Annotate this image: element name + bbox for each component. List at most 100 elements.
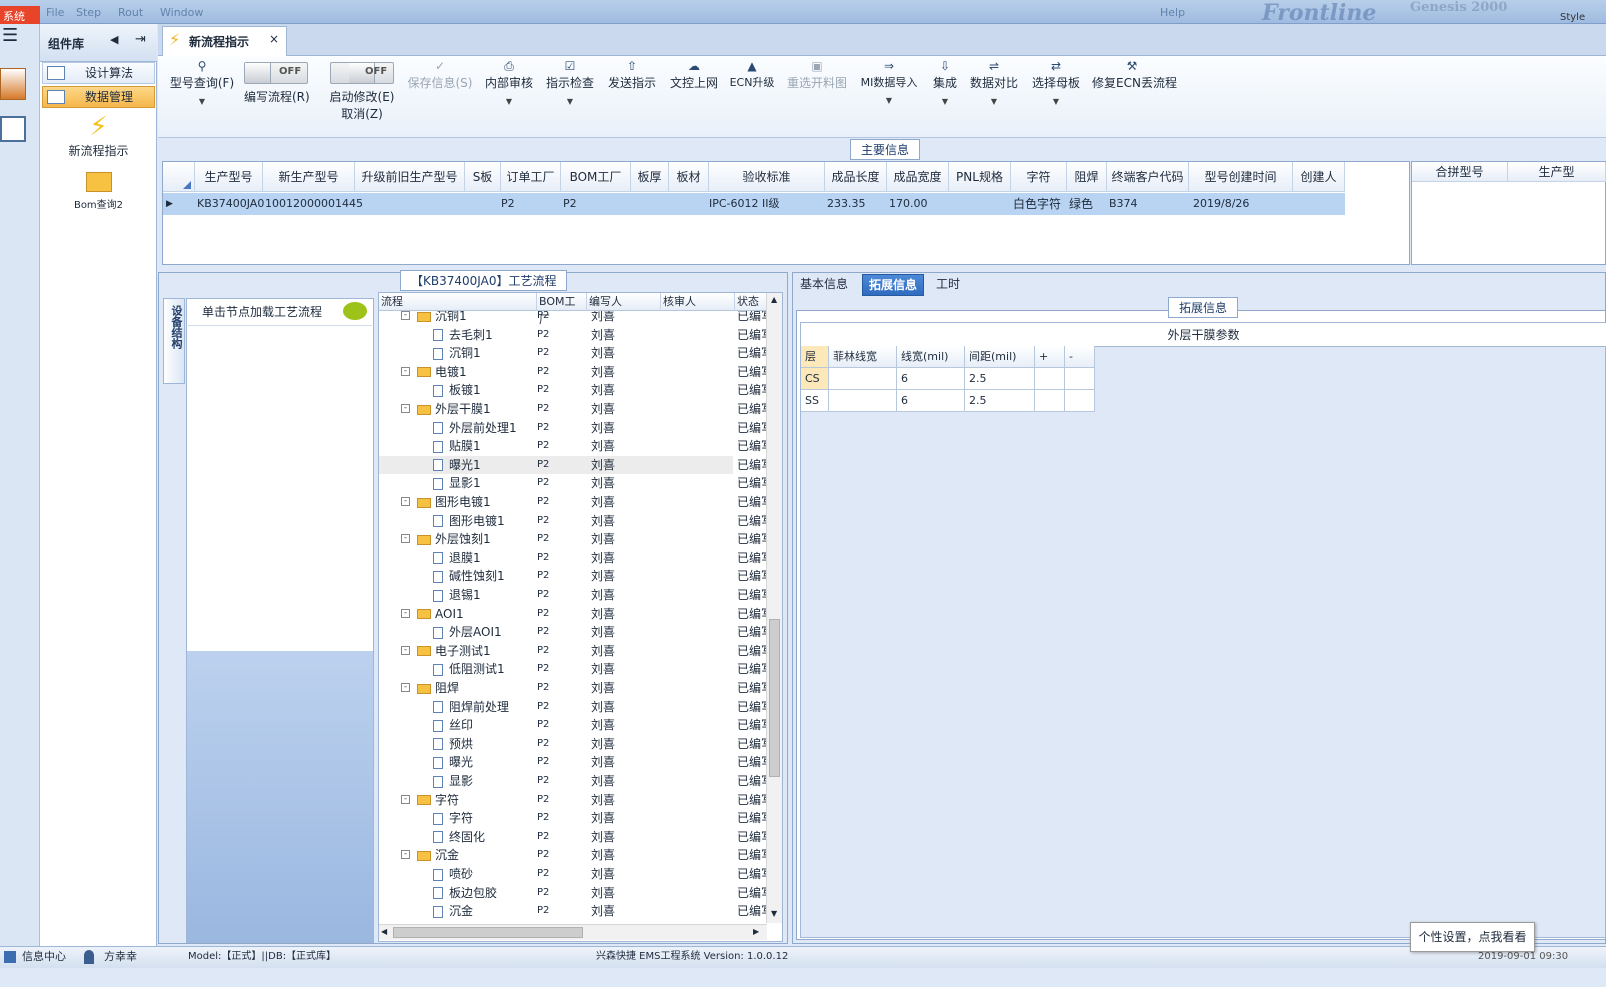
col-header[interactable]: 终端客户代码 <box>1107 162 1189 192</box>
tree-row[interactable]: 碱性蚀刻1 P2 刘喜 已编写 <box>379 567 767 586</box>
cell[interactable]: 6 <box>897 390 965 412</box>
tree-row[interactable]: - 外层蚀刻1 P2 刘喜 已编写 <box>379 530 767 549</box>
table-row[interactable]: SS 6 2.5 <box>801 390 1095 412</box>
doc-control-online-button[interactable]: ☁ 文控上网 <box>668 58 720 91</box>
tree-row[interactable]: - 电镀1 P2 刘喜 已编写 <box>379 363 767 382</box>
close-icon[interactable]: × <box>269 32 279 46</box>
col-header[interactable]: 订单工厂 <box>501 162 561 192</box>
grid-corner[interactable] <box>163 162 195 192</box>
lib-item-design-algo[interactable]: 设计算法 <box>42 62 155 84</box>
cell[interactable]: 2.5 <box>965 390 1035 412</box>
instruction-check-button[interactable]: ☑ 指示检查 ▼ <box>544 58 596 106</box>
col-header[interactable]: 验收标准 <box>709 162 825 192</box>
system-badge[interactable]: 系统 <box>0 6 40 24</box>
cell[interactable]: 6 <box>897 368 965 390</box>
tree-row[interactable]: 阻焊前处理 P2 刘喜 已编写 <box>379 698 767 717</box>
user-name[interactable]: 方幸幸 <box>104 947 137 967</box>
tree-row[interactable]: - 外层干膜1 P2 刘喜 已编写 <box>379 400 767 419</box>
data-compare-button[interactable]: ⇌ 数据对比 ▼ <box>968 58 1020 106</box>
tree-row[interactable]: 贴膜1 P2 刘喜 已编写 <box>379 437 767 456</box>
collapse-toggle-icon[interactable]: - <box>401 534 410 544</box>
tree-row[interactable]: 板镀1 P2 刘喜 已编写 <box>379 381 767 400</box>
col-header[interactable]: S板 <box>465 162 501 192</box>
tree-row[interactable]: 图形电镀1 P2 刘喜 已编写 <box>379 512 767 531</box>
cell[interactable] <box>829 368 897 390</box>
toggle-switch[interactable]: OFF <box>330 62 394 84</box>
tree-row[interactable]: 曝光 P2 刘喜 已编写 <box>379 753 767 772</box>
col-header[interactable]: 成品长度 <box>825 162 887 192</box>
tree-row[interactable]: 沉铜1 P2 刘喜 已编写 <box>379 344 767 363</box>
tree-row[interactable]: 终固化 P2 刘喜 已编写 <box>379 828 767 847</box>
menu-rout[interactable]: Rout <box>118 6 143 19</box>
menu-window[interactable]: Window <box>160 6 203 19</box>
col-header[interactable]: PNL规格 <box>949 162 1011 192</box>
col-header[interactable]: 板材 <box>669 162 709 192</box>
table-row[interactable]: ▶ KB37400JA0 10012000001445 P2 P2 IPC-60… <box>163 193 1345 215</box>
menu-step[interactable]: Step <box>76 6 101 19</box>
col-header[interactable]: 菲林线宽 <box>829 346 897 368</box>
vertical-scrollbar[interactable]: ▲ ▼ <box>766 293 782 923</box>
chat-bubble-icon[interactable] <box>343 302 367 320</box>
tree-row[interactable]: - 字符 P2 刘喜 已编写 <box>379 791 767 810</box>
tree-row[interactable]: 字符 P2 刘喜 已编写 <box>379 809 767 828</box>
lib-item-bom-query[interactable]: Bom查询2 <box>42 168 155 211</box>
calendar-icon[interactable] <box>0 116 26 142</box>
remove-column-button[interactable]: - <box>1065 346 1095 368</box>
tab-new-process[interactable]: ⚡ 新流程指示 × <box>162 26 287 56</box>
table-row[interactable]: CS 6 2.5 <box>801 368 1095 390</box>
tab-work-hours[interactable]: 工时 <box>930 274 966 296</box>
collapse-toggle-icon[interactable]: - <box>401 608 410 618</box>
horizontal-scrollbar[interactable]: ◀ ▶ <box>379 924 767 940</box>
cell[interactable] <box>1035 390 1065 412</box>
col-header[interactable]: 成品宽度 <box>887 162 949 192</box>
collapse-toggle-icon[interactable]: - <box>401 850 410 860</box>
col-header[interactable]: 新生产型号 <box>263 162 355 192</box>
cell[interactable] <box>1065 390 1095 412</box>
collapse-left-icon[interactable]: ◀ <box>110 33 118 46</box>
menu-file[interactable]: File <box>46 6 64 19</box>
col-header[interactable]: 生产型号 <box>195 162 263 192</box>
collapse-toggle-icon[interactable]: - <box>401 497 410 506</box>
col-header[interactable]: BOM工厂 <box>537 293 587 326</box>
tree-row[interactable]: - AOI1 P2 刘喜 已编写 <box>379 605 767 624</box>
col-header[interactable]: 线宽(mil) <box>897 346 965 368</box>
tree-row[interactable]: 退锡1 P2 刘喜 已编写 <box>379 586 767 605</box>
col-header[interactable]: 字符 <box>1011 162 1067 192</box>
scroll-thumb[interactable] <box>769 619 780 777</box>
collapse-toggle-icon[interactable]: - <box>401 404 410 413</box>
cell[interactable]: CS <box>801 368 829 390</box>
lib-item-new-process[interactable]: ⚡ 新流程指示 <box>42 112 155 159</box>
hamburger-menu-icon[interactable]: ☰ <box>2 27 22 46</box>
cell[interactable]: 2.5 <box>965 368 1035 390</box>
tree-row[interactable]: 喷砂 P2 刘喜 已编写 <box>379 865 767 884</box>
scroll-right-icon[interactable]: ▶ <box>753 927 759 936</box>
tree-row[interactable]: - 沉铜1 P2 刘喜 已编写 <box>379 311 767 326</box>
select-mother-board-button[interactable]: ⇄ 选择母板 ▼ <box>1030 58 1082 106</box>
style-label[interactable]: Style <box>1560 12 1585 23</box>
col-header[interactable]: 型号创建时间 <box>1189 162 1293 192</box>
tree-row[interactable]: 去毛刺1 P2 刘喜 已编写 <box>379 326 767 345</box>
tab-extended-info[interactable]: 拓展信息 <box>862 274 925 296</box>
col-header[interactable]: 核审人 <box>661 293 735 311</box>
col-header[interactable]: 层 <box>801 346 829 368</box>
scroll-up-icon[interactable]: ▲ <box>771 295 777 304</box>
tree-row[interactable]: 低阻测试1 P2 刘喜 已编写 <box>379 660 767 679</box>
tree-row[interactable]: 预烘 P2 刘喜 已编写 <box>379 735 767 754</box>
vertical-tab-equipment[interactable]: 设备结构 <box>163 298 185 384</box>
write-process-toggle[interactable]: OFF 编写流程(R) <box>244 62 314 105</box>
collapse-toggle-icon[interactable]: - <box>401 683 410 692</box>
mi-data-import-button[interactable]: ⇒ MI数据导入 ▼ <box>858 58 920 105</box>
col-header[interactable]: BOM工厂 <box>561 162 631 192</box>
tab-basic-info[interactable]: 基本信息 <box>794 274 854 296</box>
tree-row[interactable]: 沉金 P2 刘喜 已编写 <box>379 902 767 921</box>
search-model-button[interactable]: ⚲ 型号查询(F) ▼ <box>164 58 240 106</box>
toggle-switch[interactable]: OFF <box>244 62 308 84</box>
pin-icon[interactable]: ⇥ <box>135 32 146 47</box>
send-instruction-button[interactable]: ⇧ 发送指示 <box>606 58 658 91</box>
add-column-button[interactable]: + <box>1035 346 1065 368</box>
tree-row[interactable]: 外层AOI1 P2 刘喜 已编写 <box>379 623 767 642</box>
tree-row[interactable]: - 沉金 P2 刘喜 已编写 <box>379 846 767 865</box>
cell[interactable] <box>1065 368 1095 390</box>
tree-row[interactable]: 退膜1 P2 刘喜 已编写 <box>379 549 767 568</box>
tree-row[interactable]: 曝光1 P2 刘喜 已编写 <box>379 455 767 475</box>
